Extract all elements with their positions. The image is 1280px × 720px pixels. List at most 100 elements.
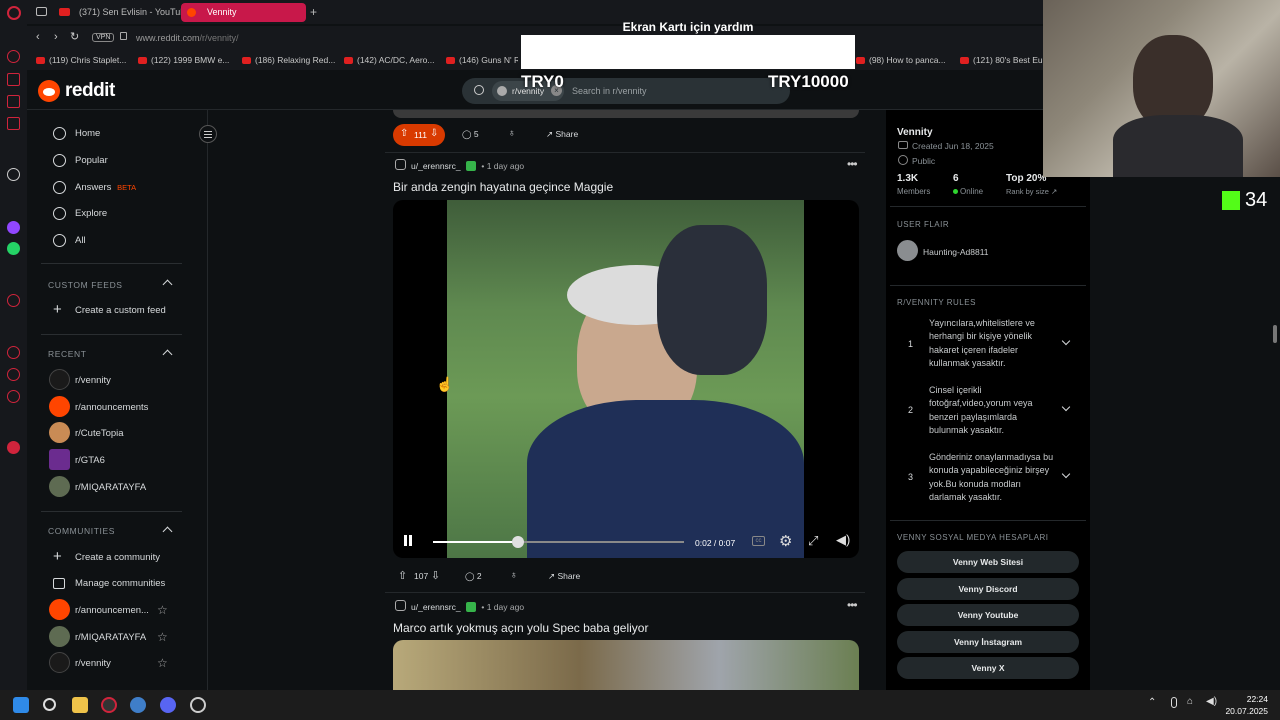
- post-author[interactable]: u/_erennsrc_: [411, 602, 461, 612]
- collapse-nav-button[interactable]: [199, 125, 217, 143]
- forward-icon[interactable]: ›: [54, 31, 58, 43]
- settings-icon[interactable]: [7, 390, 20, 403]
- user-flair-name[interactable]: Haunting-Ad8811: [923, 247, 989, 257]
- community-item[interactable]: r/announcemen...: [75, 605, 149, 616]
- link-youtube[interactable]: Venny Youtube: [897, 604, 1079, 626]
- reddit-wordmark[interactable]: reddit: [65, 80, 115, 102]
- upvote-pill[interactable]: ⇧ 111 ⇩: [393, 124, 445, 146]
- kick-sidebar-icon[interactable]: [7, 168, 20, 181]
- pause-icon[interactable]: [404, 535, 407, 546]
- twitch-icon[interactable]: [7, 221, 20, 234]
- tray-chevron-icon[interactable]: ⌃: [1148, 697, 1156, 708]
- microphone-icon[interactable]: [1171, 697, 1177, 708]
- apps-icon[interactable]: [7, 95, 20, 108]
- link-discord[interactable]: Venny Discord: [897, 578, 1079, 600]
- taskbar-date[interactable]: 20.07.2025: [1222, 706, 1268, 716]
- pinboard-icon[interactable]: [7, 368, 20, 381]
- recent-item[interactable]: r/CuteTopia: [75, 428, 124, 439]
- upvote-icon[interactable]: ⇧: [400, 128, 408, 139]
- search-bar[interactable]: r/vennity × Search in r/vennity: [462, 78, 790, 104]
- bookmark-item[interactable]: (121) 80's Best Eur...: [960, 55, 1043, 65]
- player-icon[interactable]: [7, 294, 20, 307]
- workspace-icon[interactable]: [36, 7, 47, 16]
- more-options-icon[interactable]: •••: [847, 598, 858, 612]
- vpn-badge[interactable]: VPN: [92, 33, 115, 42]
- comments-button[interactable]: ◯ 2: [465, 571, 482, 582]
- file-explorer-icon[interactable]: [72, 697, 88, 713]
- opera-logo-icon[interactable]: [7, 6, 21, 20]
- downvote-icon[interactable]: ⇩: [431, 569, 440, 582]
- discord-taskbar-icon[interactable]: [160, 697, 176, 713]
- recent-item[interactable]: r/MIQARATAYFA: [75, 482, 146, 493]
- tab-youtube[interactable]: (371) Sen Evlisin - YouTube: [53, 3, 201, 22]
- downvote-icon[interactable]: ⇩: [430, 128, 438, 139]
- recent-item[interactable]: r/announcements: [75, 402, 148, 413]
- community-item[interactable]: r/vennity: [75, 658, 111, 669]
- community-item[interactable]: r/MIQARATAYFA: [75, 632, 146, 643]
- custom-feeds-header[interactable]: CUSTOM FEEDS: [48, 280, 123, 290]
- nav-all[interactable]: All: [75, 235, 86, 246]
- link-x[interactable]: Venny X: [897, 657, 1079, 679]
- taskbar-clock[interactable]: 22:24: [1236, 694, 1268, 704]
- whatsapp-icon[interactable]: [7, 242, 20, 255]
- post-author[interactable]: u/_erennsrc_: [411, 161, 461, 171]
- tab-vennity[interactable]: Vennity: [181, 3, 306, 22]
- app-taskbar-icon[interactable]: [130, 697, 146, 713]
- recent-item[interactable]: r/GTA6: [75, 455, 105, 466]
- video-frame[interactable]: [447, 200, 804, 558]
- windows-start-icon[interactable]: [13, 697, 29, 713]
- manage-communities[interactable]: Manage communities: [75, 578, 165, 589]
- bookmark-item[interactable]: (186) Relaxing Red...: [242, 55, 335, 65]
- reddit-logo-icon[interactable]: [38, 80, 60, 102]
- upvote-icon[interactable]: ⇧: [398, 569, 407, 582]
- aria-icon[interactable]: [7, 50, 20, 63]
- create-community[interactable]: Create a community: [75, 552, 160, 563]
- back-icon[interactable]: ‹: [36, 31, 40, 43]
- record-icon[interactable]: [7, 441, 20, 454]
- previous-post-media[interactable]: [393, 110, 859, 118]
- url-text[interactable]: www.reddit.com/r/vennity/: [136, 33, 239, 43]
- new-tab-icon[interactable]: +: [310, 5, 317, 19]
- nav-home[interactable]: Home: [75, 128, 100, 139]
- post-media-thumbnail[interactable]: [393, 640, 859, 690]
- bookmark-item[interactable]: (142) AC/DC, Aero...: [344, 55, 434, 65]
- fullscreen-icon[interactable]: ⤢: [808, 533, 818, 549]
- link-instagram[interactable]: Venny İnstagram: [897, 631, 1079, 653]
- nav-popular[interactable]: Popular: [75, 155, 108, 166]
- network-icon[interactable]: ⌂: [1187, 696, 1193, 707]
- star-icon[interactable]: ☆: [157, 630, 168, 644]
- reload-icon[interactable]: ↻: [70, 30, 79, 43]
- volume-icon[interactable]: ◀): [836, 532, 850, 548]
- award-icon[interactable]: ♁: [510, 570, 518, 581]
- communities-header[interactable]: COMMUNITIES: [48, 526, 115, 536]
- bookmark-item[interactable]: (146) Guns N' Ro...: [446, 55, 518, 65]
- star-icon[interactable]: ☆: [157, 656, 168, 670]
- bookmark-item[interactable]: (98) How to panca...: [856, 55, 946, 65]
- search-icon[interactable]: [43, 698, 56, 711]
- rank-label[interactable]: Rank by size ↗: [1006, 187, 1057, 196]
- star-icon[interactable]: ☆: [157, 603, 168, 617]
- rule-text[interactable]: Yayıncılara,whitelistlere ve herhangi bi…: [929, 317, 1054, 371]
- bag-icon[interactable]: [7, 73, 20, 86]
- rule-text[interactable]: Cinsel içerikli fotoğraf,video,yorum vey…: [929, 384, 1054, 438]
- create-custom-feed[interactable]: Create a custom feed: [75, 305, 166, 316]
- bookmark-item[interactable]: (122) 1999 BMW e...: [138, 55, 229, 65]
- bookmark-item[interactable]: (119) Chris Staplet...: [36, 55, 126, 65]
- award-icon[interactable]: ♁: [508, 128, 516, 139]
- mail-icon[interactable]: [7, 117, 20, 130]
- link-web[interactable]: Venny Web Sitesi: [897, 551, 1079, 573]
- page-scrollbar[interactable]: [1273, 325, 1277, 343]
- recent-item[interactable]: r/vennity: [75, 375, 111, 386]
- rule-text[interactable]: Gönderiniz onaylanmadıysa bu konuda yapa…: [929, 451, 1054, 505]
- recent-header[interactable]: RECENT: [48, 349, 87, 359]
- nav-answers[interactable]: Answers BETA: [75, 182, 136, 193]
- comments-button[interactable]: ◯ 5: [462, 129, 479, 140]
- settings-gear-icon[interactable]: ⚙: [779, 532, 792, 550]
- more-options-icon[interactable]: •••: [847, 157, 858, 171]
- captions-icon[interactable]: cc: [752, 536, 765, 546]
- share-button[interactable]: ↗ Share: [548, 571, 580, 582]
- history-icon[interactable]: [7, 346, 20, 359]
- opera-taskbar-icon[interactable]: [101, 697, 117, 713]
- obs-taskbar-icon[interactable]: [190, 697, 206, 713]
- speaker-icon[interactable]: ◀): [1206, 696, 1217, 707]
